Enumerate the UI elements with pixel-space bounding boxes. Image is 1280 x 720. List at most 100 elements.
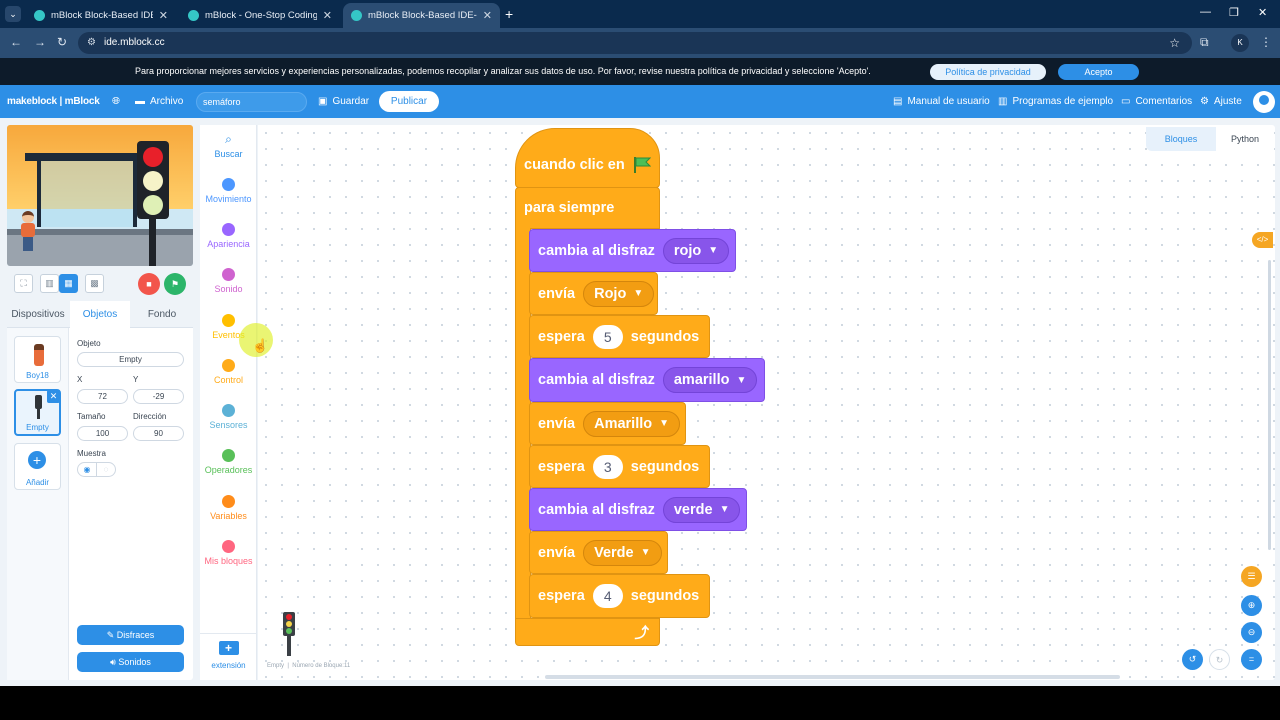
category-sonido[interactable]: Sonido [200,268,257,294]
object-name-field[interactable]: Empty [77,352,184,367]
redo-icon[interactable]: ↻ [1209,649,1230,670]
costume-dropdown[interactable]: rojo ▼ [662,237,730,264]
seconds-input[interactable]: 3 [592,454,623,479]
forward-icon[interactable]: → [34,35,46,49]
tab-search-icon[interactable]: ⌄ [5,6,21,22]
browser-tab[interactable]: mBlock - One-Stop Coding Platf ✕ [180,3,340,28]
when-flag-clicked-block[interactable]: cuando clic en [515,128,660,188]
add-extension-icon: + [218,641,239,655]
user-manual-link[interactable]: ▤ Manual de usuario [893,96,990,107]
browser-tab-active[interactable]: mBlock Block-Based IDE- Codin ✕ [343,3,500,28]
tab-blocks[interactable]: Bloques [1146,127,1216,151]
category-operadores[interactable]: Operadores [200,449,257,475]
extensions-icon[interactable]: ⧉ [1200,35,1209,50]
add-sprite-button[interactable]: + Añadir [14,443,61,490]
close-tab-icon[interactable]: ✕ [159,9,168,22]
browser-tab[interactable]: mBlock Block-Based IDE- Codin ✕ [26,3,176,28]
save-button[interactable]: ▣ Guardar [318,96,369,107]
message-dropdown[interactable]: Verde ▼ [583,539,662,566]
broadcast-block[interactable]: envía Verde ▼ [529,531,668,574]
zoom-out-icon[interactable]: ⊖ [1241,622,1262,643]
minimize-icon[interactable]: — [1200,6,1211,18]
example-programs-link[interactable]: ▥ Programas de ejemplo [998,96,1113,107]
close-tab-icon[interactable]: ✕ [483,9,492,22]
undo-icon[interactable]: ↺ [1182,649,1203,670]
message-dropdown[interactable]: Amarillo ▼ [583,410,681,437]
language-globe-icon[interactable]: 🌐︎ [112,96,120,107]
tab-python[interactable]: Python [1216,127,1274,151]
stop-button[interactable]: ■ [138,273,160,295]
grid-layout-icon[interactable]: ▩ [85,274,104,293]
show-eye-icon[interactable]: ◉ [77,462,97,477]
code-toggle-icon[interactable]: </> [1252,232,1273,248]
bookmark-star-icon[interactable]: ☆ [1169,32,1180,54]
category-control[interactable]: Control [200,359,257,385]
browser-menu-icon[interactable]: ⋮ [1260,35,1272,49]
maximize-icon[interactable]: ❐ [1229,6,1239,19]
feedback-link[interactable]: ▭ Comentarios [1121,96,1192,107]
vertical-scrollbar[interactable] [1268,260,1271,550]
x-field[interactable]: 72 [77,389,128,404]
sprite-card-boy18[interactable]: Boy18 [14,336,61,383]
file-menu[interactable]: ▬ Archivo [135,96,183,107]
forever-block[interactable]: para siempre [515,187,660,229]
category-sensores[interactable]: Sensores [200,404,257,430]
small-stage-icon[interactable]: ▥ [40,274,59,293]
direction-field[interactable]: 90 [133,426,184,441]
seconds-input[interactable]: 4 [592,584,623,608]
category-buscar[interactable]: ⌕ Buscar [200,133,257,160]
switch-costume-block[interactable]: cambia al disfraz amarillo ▼ [529,358,765,402]
category-mis-bloques[interactable]: Mis bloques [200,540,257,566]
new-tab-icon[interactable]: + [505,6,513,22]
size-field[interactable]: 100 [77,426,128,441]
green-flag-button[interactable]: ⚑ [164,273,186,295]
wait-seconds-block[interactable]: espera 4 segundos [529,574,710,618]
url-field[interactable]: ⚙ ide.mblock.cc ☆ [78,32,1192,54]
traffic-light-thumbnail-icon [35,395,42,409]
seconds-input[interactable]: 5 [592,324,623,349]
close-tab-icon[interactable]: ✕ [323,9,332,22]
tab-sprites[interactable]: Objetos [70,301,130,328]
switch-costume-block[interactable]: cambia al disfraz rojo ▼ [529,229,736,272]
reset-zoom-icon[interactable]: = [1241,649,1262,670]
publish-button[interactable]: Publicar [379,91,439,112]
privacy-policy-button[interactable]: Política de privacidad [930,64,1046,80]
tidy-blocks-icon[interactable]: ☰ [1241,566,1262,587]
profile-avatar[interactable]: K [1231,34,1249,52]
sounds-button[interactable]: 🔊︎ Sonidos [77,652,184,672]
costumes-button[interactable]: ✎ Disfraces [77,625,184,645]
wait-seconds-block[interactable]: espera 3 segundos [529,445,710,488]
settings-link[interactable]: ⚙ Ajuste [1200,96,1242,107]
close-window-icon[interactable]: ✕ [1258,6,1267,19]
reload-icon[interactable]: ↻ [57,35,67,49]
tab-backdrop[interactable]: Fondo [131,301,193,328]
category-dot-icon [222,268,235,281]
user-account-icon[interactable] [1253,91,1275,113]
category-movimiento[interactable]: Movimiento [200,178,257,204]
y-field[interactable]: -29 [133,389,184,404]
message-dropdown[interactable]: Rojo ▼ [583,280,655,307]
zoom-in-icon[interactable]: ⊕ [1241,595,1262,616]
tab-devices[interactable]: Dispositivos [7,301,69,328]
category-variables[interactable]: Variables [200,495,257,521]
costume-dropdown[interactable]: verde ▼ [662,496,741,523]
site-info-icon[interactable]: ⚙ [87,32,96,54]
switch-costume-block[interactable]: cambia al disfraz verde ▼ [529,488,747,531]
back-icon[interactable]: ← [10,35,22,49]
delete-sprite-icon[interactable]: ✕ [47,390,60,403]
category-apariencia[interactable]: Apariencia [200,223,257,249]
broadcast-block[interactable]: envía Rojo ▼ [529,272,658,315]
wait-seconds-block[interactable]: espera 5 segundos [529,315,710,358]
extension-button[interactable]: + extensión [200,633,257,680]
fullscreen-icon[interactable]: ⛶ [14,274,33,293]
cookie-message: Para proporcionar mejores servicios y ex… [135,66,871,76]
stage-preview[interactable] [7,125,193,266]
horizontal-scrollbar[interactable] [545,675,1120,679]
project-name-input[interactable]: semáforo [196,92,307,112]
costume-dropdown[interactable]: amarillo ▼ [662,367,758,393]
normal-stage-icon[interactable]: ▦ [59,274,78,293]
broadcast-block[interactable]: envía Amarillo ▼ [529,402,686,445]
accept-cookies-button[interactable]: Acepto [1058,64,1139,80]
script-canvas[interactable] [258,125,1275,680]
hide-eye-icon[interactable]: ◌ [96,462,116,477]
